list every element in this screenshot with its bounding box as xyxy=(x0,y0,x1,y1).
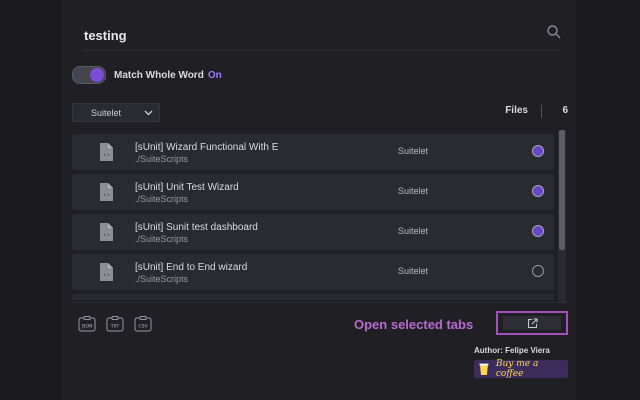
buy-me-a-coffee-label: Buy me a coffee xyxy=(495,359,539,379)
search-icon[interactable] xyxy=(546,24,562,40)
search-input[interactable] xyxy=(82,22,526,48)
list-item[interactable]: ‹› [sUnit] End to End wizard ./SuiteScri… xyxy=(72,254,554,290)
author-credit: Author: Felipe Viera xyxy=(474,346,550,355)
files-divider xyxy=(541,105,542,118)
export-json-icon[interactable]: JSON xyxy=(78,316,96,332)
files-label: Files xyxy=(505,105,528,116)
type-filter-value: Suitelet xyxy=(91,107,122,118)
file-code-icon: ‹› xyxy=(100,223,113,241)
export-json-label: JSON xyxy=(80,324,92,330)
footer-divider xyxy=(72,302,568,303)
file-code-icon: ‹› xyxy=(100,143,113,161)
match-whole-word-state: On xyxy=(207,69,222,81)
filter-row: Suitelet Files 6 xyxy=(72,103,568,122)
file-title: [sUnit] Wizard Functional With E xyxy=(135,142,279,153)
list-item[interactable]: ‹› [sUnit] Sunit test dashboard ./SuiteS… xyxy=(72,214,554,250)
coffee-cup-icon xyxy=(479,363,489,375)
chevron-down-icon xyxy=(144,110,153,116)
svg-text:‹›: ‹› xyxy=(103,152,110,159)
select-radio[interactable] xyxy=(532,145,544,157)
scrollbar[interactable] xyxy=(558,130,566,302)
file-title: [sUnit] Unit Test Wizard xyxy=(135,182,239,193)
open-selected-tabs-button-inner xyxy=(503,316,561,330)
file-code-icon: ‹› xyxy=(100,263,113,281)
svg-text:‹›: ‹› xyxy=(103,272,110,279)
svg-text:‹›: ‹› xyxy=(103,192,110,199)
select-radio[interactable] xyxy=(532,265,544,277)
open-selected-tabs-button[interactable] xyxy=(496,311,568,335)
file-path: ./SuiteScripts xyxy=(135,194,189,204)
export-txt-label: TXT xyxy=(110,324,120,330)
type-filter-select[interactable]: Suitelet xyxy=(72,103,160,122)
list-item[interactable] xyxy=(72,294,554,300)
file-path: ./SuiteScripts xyxy=(135,274,189,284)
scrollbar-thumb[interactable] xyxy=(559,130,565,250)
match-whole-word-toggle[interactable] xyxy=(72,66,106,84)
toggle-knob xyxy=(90,68,104,82)
file-title: [sUnit] Sunit test dashboard xyxy=(135,222,258,233)
files-count: 6 xyxy=(562,105,568,116)
external-link-icon xyxy=(527,318,537,328)
file-type: Suitelet xyxy=(398,226,429,236)
file-path: ./SuiteScripts xyxy=(135,154,189,164)
extension-panel: Match Whole Word On Suitelet Files 6 ‹› … xyxy=(62,0,576,400)
select-radio[interactable] xyxy=(532,185,544,197)
search-bar xyxy=(82,18,562,51)
file-path: ./SuiteScripts xyxy=(135,234,189,244)
svg-text:‹›: ‹› xyxy=(103,232,110,239)
export-csv-icon[interactable]: CSV xyxy=(134,316,152,332)
export-csv-label: CSV xyxy=(138,324,148,330)
list-item[interactable]: ‹› [sUnit] Unit Test Wizard ./SuiteScrip… xyxy=(72,174,554,210)
select-radio[interactable] xyxy=(532,225,544,237)
file-code-icon: ‹› xyxy=(100,183,113,201)
file-type: Suitelet xyxy=(398,266,429,276)
file-type: Suitelet xyxy=(398,186,429,196)
export-txt-icon[interactable]: TXT xyxy=(106,316,124,332)
match-whole-word-label: Match Whole Word xyxy=(114,69,204,81)
match-whole-word-row: Match Whole Word On xyxy=(72,66,222,84)
file-title: [sUnit] End to End wizard xyxy=(135,262,248,273)
file-type: Suitelet xyxy=(398,146,429,156)
list-item[interactable]: ‹› [sUnit] Wizard Functional With E ./Su… xyxy=(72,134,554,170)
results-list: ‹› [sUnit] Wizard Functional With E ./Su… xyxy=(72,134,556,300)
buy-me-a-coffee-button[interactable]: Buy me a coffee xyxy=(474,359,568,379)
export-buttons: JSON TXT CSV xyxy=(78,316,152,332)
open-selected-tabs-label: Open selected tabs xyxy=(354,317,474,332)
